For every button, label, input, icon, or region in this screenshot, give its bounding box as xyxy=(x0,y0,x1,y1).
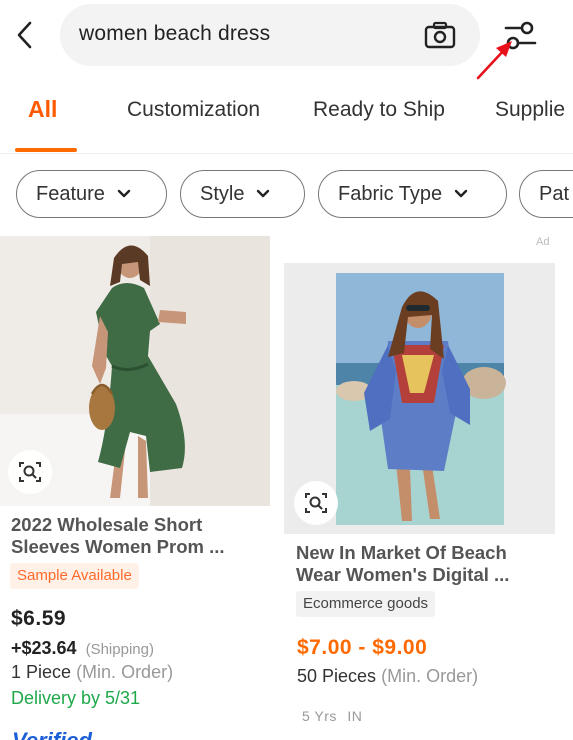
verified-badge: Verified xyxy=(12,728,92,740)
product-title-line: New In Market Of Beach xyxy=(296,542,507,563)
product-price-range: $7.00 - $9.00 xyxy=(297,636,428,659)
search-bar[interactable]: women beach dress xyxy=(60,4,480,66)
ad-label: Ad xyxy=(536,236,550,248)
product-image[interactable] xyxy=(284,263,555,534)
back-icon xyxy=(17,21,32,49)
shipping-label: (Shipping) xyxy=(85,641,154,658)
sample-available-badge: Sample Available xyxy=(10,563,139,589)
min-order-label: (Min. Order) xyxy=(76,662,174,682)
product-title[interactable]: New In Market Of Beach Wear Women's Digi… xyxy=(296,542,556,586)
filter-chip-fabric-type[interactable]: Fabric Type xyxy=(318,170,507,218)
min-order-label: (Min. Order) xyxy=(381,666,479,686)
shipping-info: +$23.64 (Shipping) xyxy=(11,638,154,659)
image-search-icon xyxy=(19,462,41,482)
chevron-down-icon xyxy=(117,189,131,198)
search-input[interactable]: women beach dress xyxy=(79,22,270,46)
min-order: 50 Pieces (Min. Order) xyxy=(297,666,478,687)
filter-chip-label: Feature xyxy=(36,182,105,205)
supplier-years: 5 Yrs xyxy=(302,708,337,724)
filter-chip-label: Fabric Type xyxy=(338,182,443,205)
min-order-qty: 1 Piece xyxy=(11,662,72,682)
supplier-info: 5 Yrs IN xyxy=(302,708,362,724)
product-title-line: Sleeves Women Prom ... xyxy=(11,536,225,557)
tab-suppliers[interactable]: Supplie xyxy=(495,98,565,122)
chevron-down-icon xyxy=(257,189,270,198)
chevron-down-icon xyxy=(454,189,468,198)
active-tab-indicator xyxy=(15,148,77,152)
tab-all[interactable]: All xyxy=(28,96,57,123)
filter-button[interactable] xyxy=(500,16,540,56)
supplier-country: IN xyxy=(347,708,363,724)
product-title[interactable]: 2022 Wholesale Short Sleeves Women Prom … xyxy=(11,514,271,558)
filter-chip-feature[interactable]: Feature xyxy=(16,170,167,218)
tab-ready-to-ship[interactable]: Ready to Ship xyxy=(313,98,445,122)
back-button[interactable] xyxy=(10,18,40,52)
image-search-icon xyxy=(305,493,327,513)
category-tabs: All Customization Ready to Ship Supplie xyxy=(0,86,573,154)
product-image[interactable] xyxy=(0,236,270,506)
filter-chip-style[interactable]: Style xyxy=(180,170,305,218)
image-search-button[interactable] xyxy=(294,481,338,525)
tab-customization[interactable]: Customization xyxy=(127,98,260,122)
camera-icon xyxy=(424,21,456,49)
filter-chip-pattern[interactable]: Pat xyxy=(519,170,573,218)
filter-settings-icon xyxy=(504,21,537,50)
product-price: $6.59 xyxy=(11,607,67,630)
filter-chip-label: Style xyxy=(200,182,245,205)
filter-chip-label: Pat xyxy=(539,182,570,205)
ecommerce-goods-badge: Ecommerce goods xyxy=(296,591,436,617)
filter-chips: Feature Style Fabric Type Pat xyxy=(0,168,573,220)
delivery-date: Delivery by 5/31 xyxy=(11,688,141,708)
camera-search-button[interactable] xyxy=(424,21,456,49)
min-order: 1 Piece (Min. Order) xyxy=(11,662,173,683)
top-bar: women beach dress xyxy=(0,0,573,80)
shipping-amount: +$23.64 xyxy=(11,638,77,658)
min-order-qty: 50 Pieces xyxy=(297,666,377,686)
image-search-button[interactable] xyxy=(8,450,52,494)
product-title-line: Wear Women's Digital ... xyxy=(296,564,510,585)
product-title-line: 2022 Wholesale Short xyxy=(11,514,203,535)
